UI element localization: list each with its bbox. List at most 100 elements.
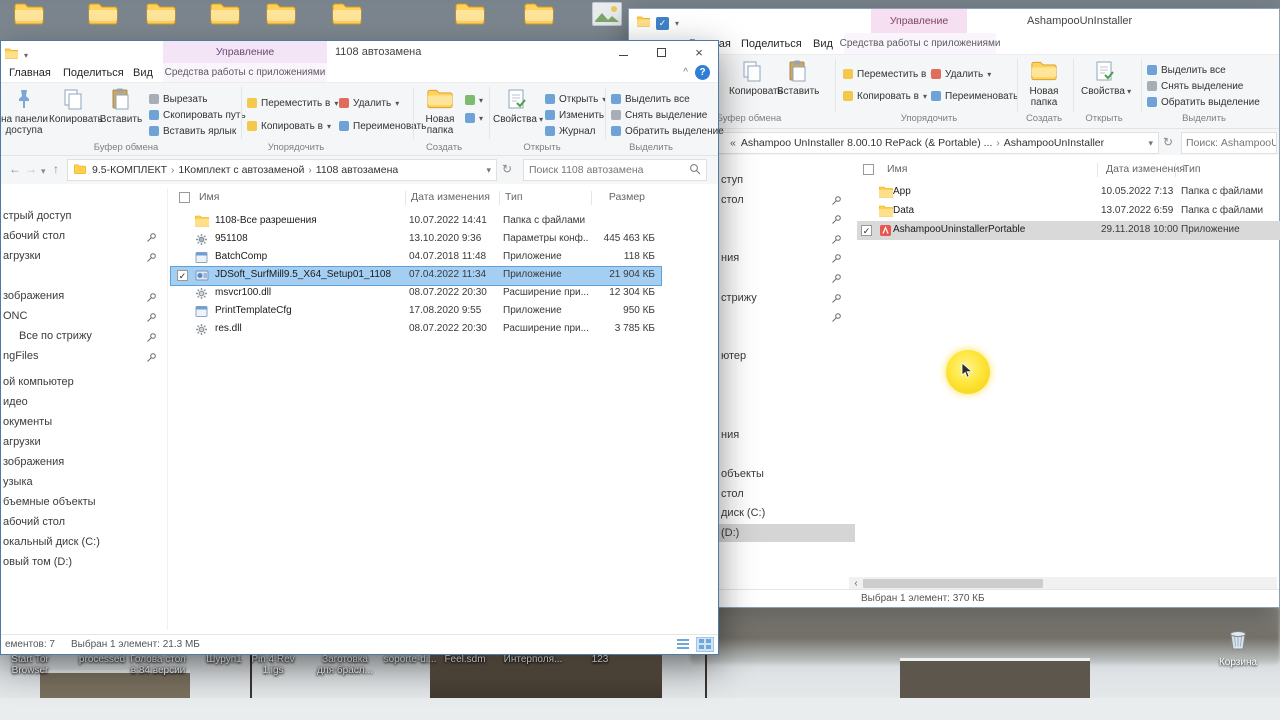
sidebar-item[interactable]: (D:) [717, 523, 855, 542]
file-row[interactable]: ✓ AshampooUninstallerPortable 29.11.2018 1… [857, 221, 1280, 240]
copy-to-button[interactable]: Копировать в ▾ [843, 89, 927, 103]
qat-caret-icon[interactable]: ▾ [675, 19, 679, 28]
details-view-icon[interactable] [674, 637, 692, 652]
desktop-icon-folder[interactable] [146, 2, 178, 28]
row-checkbox[interactable]: ✓ [177, 270, 188, 281]
sidebar-item[interactable]: агрузки [1, 246, 165, 266]
paste-button[interactable]: Вставить [99, 85, 143, 125]
desktop-icon-folder[interactable] [88, 2, 120, 28]
desktop-icon-image[interactable] [591, 1, 624, 28]
tab-application-tools[interactable]: Средства работы с приложениями [840, 33, 1000, 54]
breadcrumb[interactable]: 9.5-КОМПЛЕКТ [92, 164, 167, 176]
open-button[interactable]: Открыть▾ [545, 92, 606, 106]
maximize-button[interactable] [642, 41, 680, 63]
desktop-icon-label[interactable]: Pin 4 Rev 1.igs [236, 654, 310, 676]
move-to-button[interactable]: Переместить в▾ [247, 96, 338, 110]
sidebar-item[interactable]: зображения [1, 452, 165, 472]
sidebar-item[interactable]: ступ [717, 171, 855, 189]
file-row[interactable]: 1108-Все разрешения 10.07.2022 14:41 Папка… [171, 213, 661, 231]
header-checkbox[interactable] [179, 192, 190, 203]
forward-icon[interactable]: → [25, 162, 37, 176]
address-field[interactable]: 9.5-КОМПЛЕКТ › 1Комплект с автозаменой ›… [67, 159, 497, 181]
scrollbar-thumb[interactable] [863, 579, 1043, 588]
ribbon-collapse-icon[interactable]: ^ [683, 67, 688, 78]
sidebar-item[interactable]: стол [717, 191, 855, 209]
tab-application-tools[interactable]: Средства работы с приложениями [163, 63, 327, 82]
paste-button[interactable]: Вставить [777, 57, 819, 97]
search-box[interactable]: Поиск 1108 автозамена [523, 159, 707, 181]
file-row[interactable]: PrintTemplateCfg 17.08.2020 9:55 Приложени… [171, 303, 661, 321]
desktop-icon-label[interactable]: Интерполя... [496, 654, 570, 665]
column-header-type[interactable]: Тип [1183, 163, 1201, 175]
desktop-icon-folder[interactable] [14, 2, 46, 28]
sidebar-item[interactable]: абочий стол [1, 512, 165, 532]
file-row[interactable]: App 10.05.2022 7:13 Папка с файлами [857, 183, 1280, 202]
copy-button[interactable]: Копировать [729, 57, 783, 97]
sidebar-item[interactable]: ния [717, 426, 855, 444]
copy-to-button[interactable]: Копировать в ▾ [247, 119, 331, 133]
breadcrumb[interactable]: 1Комплект с автозаменой [178, 164, 304, 176]
column-header-name[interactable]: Имя [199, 191, 219, 203]
desktop-icon-label[interactable]: Голова стол в 84 версии [121, 654, 195, 676]
file-row[interactable]: 951108 13.10.2020 9:36 Параметры конф... 44… [171, 231, 661, 249]
address-field[interactable]: « Ashampoo UnInstaller 8.00.10 RePack (&… [693, 132, 1159, 154]
paste-shortcut-button[interactable]: Вставить ярлык [149, 124, 236, 138]
copy-path-button[interactable]: Скопировать путь [149, 108, 246, 122]
delete-button[interactable]: Удалить ▾ [339, 96, 399, 110]
properties-button[interactable]: Свойства ▾ [493, 85, 543, 125]
select-none-button[interactable]: Снять выделение [1147, 79, 1243, 93]
breadcrumb[interactable]: Ashampoo UnInstaller 8.00.10 RePack (& P… [741, 137, 993, 149]
sidebar-item[interactable]: овый том (D:) [1, 552, 165, 572]
pin-to-quick-access-button[interactable]: на панели доступа [1, 85, 48, 136]
select-all-button[interactable]: Выделить все [1147, 63, 1226, 77]
column-header-size[interactable]: Размер [609, 191, 645, 203]
tab-share[interactable]: Поделиться [741, 33, 802, 54]
cut-button[interactable]: Вырезать [149, 92, 207, 106]
file-row[interactable]: Data 13.07.2022 6:59 Папка с файлами [857, 202, 1280, 221]
select-none-button[interactable]: Снять выделение [611, 108, 707, 122]
quick-access-toolbar[interactable]: ✓ ▾ [636, 14, 679, 32]
copy-button[interactable]: Копировать [49, 85, 103, 125]
titlebar[interactable]: ✓ ▾ Управление AshampooUnInstaller [629, 9, 1279, 33]
desktop-icon-folder[interactable] [332, 2, 364, 28]
sidebar-item[interactable]: бъемные объекты [1, 492, 165, 512]
new-folder-button[interactable]: Новая папка [1021, 57, 1067, 108]
easy-access-button[interactable]: ▾ [465, 111, 483, 125]
header-checkbox[interactable] [863, 164, 874, 175]
quick-access-toolbar[interactable]: ▾ [4, 46, 28, 64]
refresh-icon[interactable]: ↻ [1163, 135, 1173, 149]
desktop-icon-label[interactable]: Start Tor Browser [0, 654, 67, 676]
file-row[interactable]: res.dll 08.07.2022 20:30 Расширение при...… [171, 321, 661, 339]
delete-button[interactable]: Удалить ▾ [931, 67, 991, 81]
history-button[interactable]: Журнал [545, 124, 596, 138]
tab-view[interactable]: Вид [813, 33, 833, 54]
breadcrumb[interactable]: AshampooUnInstaller [1004, 137, 1104, 149]
sidebar-item[interactable]: стрый доступ [1, 206, 165, 226]
sidebar-item[interactable]: Все по стрижу [1, 326, 165, 346]
column-header-date[interactable]: Дата изменения [411, 191, 490, 203]
new-folder-button[interactable]: Новая папка [417, 85, 463, 136]
back-icon[interactable]: ← [9, 162, 21, 176]
address-dropdown-icon[interactable]: ▾ [481, 165, 496, 176]
desktop-icon-folder[interactable] [210, 2, 242, 28]
sidebar-item[interactable]: ютер [717, 347, 855, 365]
row-checkbox[interactable]: ✓ [861, 225, 872, 236]
desktop-icon-folder[interactable] [524, 2, 556, 28]
sidebar-item[interactable]: узыка [1, 472, 165, 492]
qat-check-icon[interactable]: ✓ [656, 16, 669, 30]
tab-home[interactable]: Главная [9, 63, 51, 82]
sidebar-item[interactable]: стол [717, 485, 855, 503]
up-icon[interactable]: ↑ [53, 162, 59, 176]
rename-button[interactable]: Переименовать [931, 89, 1018, 103]
column-header-date[interactable]: Дата изменения [1106, 163, 1185, 175]
recycle-bin[interactable]: Корзина [1212, 626, 1264, 668]
file-row[interactable]: BatchComp 04.07.2018 11:48 Приложение 118 К… [171, 249, 661, 267]
explorer-window-ashampoo[interactable]: ✓ ▾ Управление AshampooUnInstaller Главн… [628, 8, 1280, 608]
help-icon[interactable]: ? [695, 65, 710, 80]
sidebar-item[interactable]: окументы [1, 412, 165, 432]
sidebar-item[interactable]: абочий стол [1, 226, 165, 246]
breadcrumb[interactable]: 1108 автозамена [316, 164, 398, 176]
thumbnails-view-icon[interactable] [696, 637, 714, 652]
close-button[interactable]: × [680, 41, 718, 63]
invert-selection-button[interactable]: Обратить выделение [611, 124, 724, 138]
